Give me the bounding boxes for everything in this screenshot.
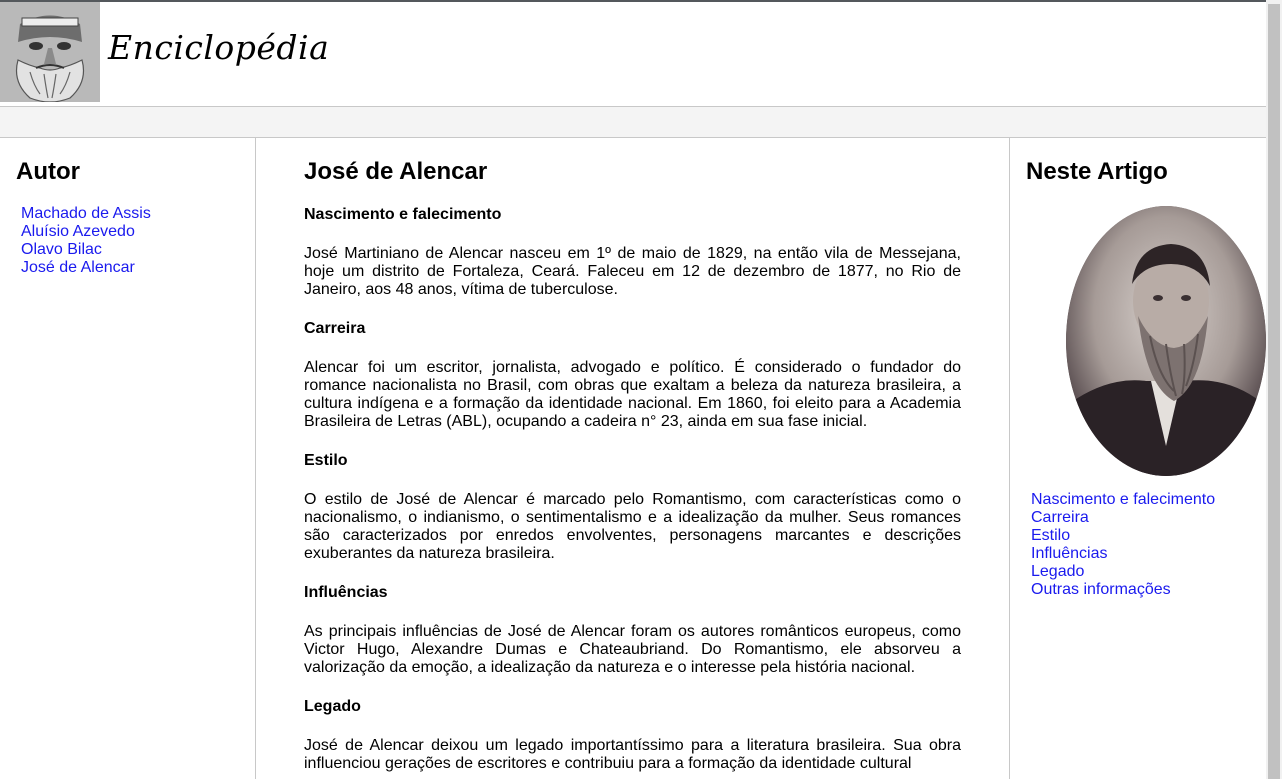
article-toc: Nascimento e falecimento Carreira Estilo… [1031,491,1215,599]
toc-link-legado[interactable]: Legado [1031,563,1084,580]
section-heading: Carreira [304,320,366,337]
section-text: José de Alencar deixou um legado importa… [304,737,961,772]
scrollbar-thumb[interactable] [1268,4,1280,779]
list-item: Estilo [1031,527,1215,545]
list-item: Aluísio Azevedo [21,223,151,241]
list-item: Nascimento e falecimento [1031,491,1215,509]
list-item: Olavo Bilac [21,241,151,259]
list-item: Influências [1031,545,1215,563]
section-text: José Martiniano de Alencar nasceu em 1º … [304,245,961,298]
toc-link-estilo[interactable]: Estilo [1031,527,1070,544]
site-header: Enciclopédia [0,2,1266,107]
left-sidebar-title: Autor [16,158,80,185]
toc-link-outras[interactable]: Outras informações [1031,581,1171,598]
list-item: Outras informações [1031,581,1215,599]
section-legado: Legado José de Alencar deixou um legado … [304,698,961,773]
article-title: José de Alencar [304,158,488,185]
site-title[interactable]: Enciclopédia [108,28,329,67]
author-link-machado[interactable]: Machado de Assis [21,205,151,222]
right-sidebar-title: Neste Artigo [1026,158,1168,185]
section-influencias: Influências As principais influências de… [304,584,961,677]
bearded-face-logo-icon [0,2,100,102]
section-heading: Influências [304,584,388,601]
section-heading: Estilo [304,452,348,469]
vertical-scrollbar[interactable] [1266,0,1282,779]
section-nascimento: Nascimento e falecimento José Martiniano… [304,206,961,299]
author-list: Machado de Assis Aluísio Azevedo Olavo B… [21,205,151,277]
section-text: As principais influências de José de Ale… [304,623,961,676]
section-carreira: Carreira Alencar foi um escritor, jornal… [304,320,961,431]
article-sections: Nascimento e falecimento José Martiniano… [304,206,961,779]
section-heading: Nascimento e falecimento [304,206,502,223]
author-portrait [1066,206,1266,476]
list-item: José de Alencar [21,259,151,277]
author-link-olavo[interactable]: Olavo Bilac [21,241,102,258]
left-sidebar: Autor Machado de Assis Aluísio Azevedo O… [0,138,256,779]
right-sidebar: Neste Artigo Nascimento e falecimento Ca… [1009,138,1267,779]
section-estilo: Estilo O estilo de José de Alencar é mar… [304,452,961,563]
author-link-aluisio[interactable]: Aluísio Azevedo [21,223,135,240]
section-text: O estilo de José de Alencar é marcado pe… [304,491,961,562]
toc-link-influencias[interactable]: Influências [1031,545,1108,562]
author-link-alencar[interactable]: José de Alencar [21,259,135,276]
list-item: Legado [1031,563,1215,581]
section-heading: Legado [304,698,361,715]
toc-link-nascimento[interactable]: Nascimento e falecimento [1031,491,1215,508]
section-text: Alencar foi um escritor, jornalista, adv… [304,359,961,430]
site-logo[interactable] [0,2,100,102]
portrait-image-icon [1066,206,1266,476]
nav-bar [0,107,1266,138]
list-item: Machado de Assis [21,205,151,223]
list-item: Carreira [1031,509,1215,527]
toc-link-carreira[interactable]: Carreira [1031,509,1089,526]
